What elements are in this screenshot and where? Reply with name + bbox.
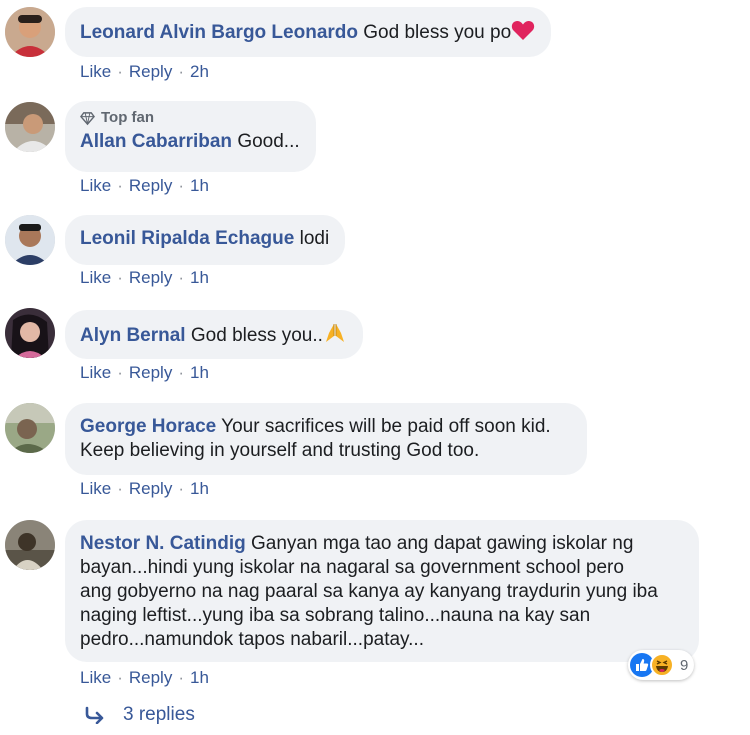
reply-link[interactable]: Reply xyxy=(129,268,172,288)
timestamp[interactable]: 1h xyxy=(190,668,209,688)
comment-author[interactable]: Allan Cabarriban xyxy=(80,131,232,152)
comment-bubble: George Horace Your sacrifices will be pa… xyxy=(65,403,587,475)
comment-actions: Like · Reply · 1h xyxy=(80,363,209,383)
timestamp[interactable]: 1h xyxy=(190,176,209,196)
separator: · xyxy=(178,268,184,287)
comment-actions: Like · Reply · 1h xyxy=(80,176,209,196)
comment-bubble: Leonard Alvin Bargo Leonardo God bless y… xyxy=(65,7,552,57)
heart-icon xyxy=(511,20,535,43)
reply-link[interactable]: Reply xyxy=(129,62,172,82)
avatar[interactable] xyxy=(5,215,55,265)
top-fan-badge: Top fan xyxy=(80,109,300,127)
comment-author[interactable]: Alyn Bernal xyxy=(80,325,186,346)
separator: · xyxy=(117,268,123,287)
timestamp[interactable]: 1h xyxy=(190,268,209,288)
separator: · xyxy=(117,479,123,498)
comment-bubble: Top fan Allan Cabarriban Good... xyxy=(65,101,316,172)
comment-bubble: Nestor N. Catindig Ganyan mga tao ang da… xyxy=(65,520,699,662)
comment-bubble: Alyn Bernal God bless you.. xyxy=(65,310,363,359)
comment-bubble: Leonil Ripalda Echague lodi xyxy=(65,215,346,265)
separator: · xyxy=(178,479,184,498)
separator: · xyxy=(178,363,184,382)
separator: · xyxy=(178,176,184,195)
avatar[interactable] xyxy=(5,308,55,358)
comment-actions: Like · Reply · 1h xyxy=(80,668,209,688)
like-link[interactable]: Like xyxy=(80,363,111,383)
comment-text-line: Keep believing in yourself and trusting … xyxy=(80,440,480,461)
haha-reaction-icon xyxy=(650,653,674,677)
timestamp[interactable]: 2h xyxy=(190,62,209,82)
comment-text-line: naging leftist...yung iba sa sobrang tal… xyxy=(80,605,591,626)
separator: · xyxy=(117,363,123,382)
timestamp[interactable]: 1h xyxy=(190,363,209,383)
reply-link[interactable]: Reply xyxy=(129,363,172,383)
reaction-count: 9 xyxy=(680,656,689,674)
view-replies-link[interactable]: 3 replies xyxy=(85,704,195,726)
comment-author[interactable]: Nestor N. Catindig xyxy=(80,533,246,554)
avatar[interactable] xyxy=(5,7,55,57)
folded-hands-icon xyxy=(323,324,347,346)
avatar[interactable] xyxy=(5,403,55,453)
separator: · xyxy=(117,176,123,195)
reaction-summary[interactable]: 9 xyxy=(628,650,695,680)
comment-author[interactable]: Leonard Alvin Bargo Leonardo xyxy=(80,22,358,43)
comment-text-line: ang gobyerno na nag paaral sa kanya ay k… xyxy=(80,581,658,602)
separator: · xyxy=(178,62,184,81)
separator: · xyxy=(178,668,184,687)
avatar[interactable] xyxy=(5,102,55,152)
like-link[interactable]: Like xyxy=(80,668,111,688)
comment-actions: Like · Reply · 2h xyxy=(80,62,209,82)
comment-text: lodi xyxy=(299,228,330,249)
like-link[interactable]: Like xyxy=(80,176,111,196)
reply-arrow-icon xyxy=(85,706,104,724)
comment-actions: Like · Reply · 1h xyxy=(80,479,209,499)
reply-link[interactable]: Reply xyxy=(129,668,172,688)
comment-text: Good... xyxy=(237,131,300,152)
avatar[interactable] xyxy=(5,520,55,570)
replies-count-label[interactable]: 3 replies xyxy=(123,704,195,726)
diamond-icon xyxy=(80,111,95,125)
comment-text: God bless you po xyxy=(363,22,512,43)
comment-text-line: bayan...hindi yung iskolar na nagaral sa… xyxy=(80,557,624,578)
comment-text-line: Your sacrifices will be paid off soon ki… xyxy=(221,416,551,437)
separator: · xyxy=(117,62,123,81)
timestamp[interactable]: 1h xyxy=(190,479,209,499)
like-link[interactable]: Like xyxy=(80,479,111,499)
comment-text: God bless you.. xyxy=(190,325,323,346)
comment-text-line: pedro...namundok tapos nabaril...patay..… xyxy=(80,629,424,650)
badge-label: Top fan xyxy=(101,109,155,126)
comment-actions: Like · Reply · 1h xyxy=(80,268,209,288)
like-link[interactable]: Like xyxy=(80,268,111,288)
separator: · xyxy=(117,668,123,687)
like-link[interactable]: Like xyxy=(80,62,111,82)
reply-link[interactable]: Reply xyxy=(129,176,172,196)
reply-link[interactable]: Reply xyxy=(129,479,172,499)
comment-author[interactable]: Leonil Ripalda Echague xyxy=(80,228,294,249)
comment-author[interactable]: George Horace xyxy=(80,416,216,437)
comment-text-line: Ganyan mga tao ang dapat gawing iskolar … xyxy=(251,533,634,554)
